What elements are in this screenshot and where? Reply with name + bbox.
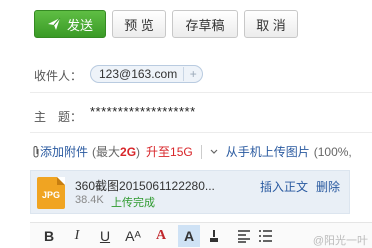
italic-button[interactable]: I <box>66 225 88 247</box>
size-limit-suffix: ) <box>136 144 141 159</box>
send-label: 发送 <box>66 17 93 33</box>
recipient-chip[interactable]: 123@163.com + <box>90 65 204 83</box>
list-icon[interactable] <box>258 228 274 244</box>
recipients-label: 收件人： <box>34 69 83 83</box>
align-left-icon[interactable] <box>236 228 252 244</box>
send-button[interactable]: 发送 <box>34 10 106 38</box>
delete-attachment-link[interactable]: 删除 <box>316 178 340 195</box>
paperclip-icon <box>33 145 39 157</box>
cancel-label: 取 消 <box>256 17 286 33</box>
recipients-divider <box>30 92 372 93</box>
cancel-button[interactable]: 取 消 <box>244 10 298 38</box>
bold-button[interactable]: B <box>38 225 60 247</box>
upgrade-link[interactable]: 升至15G <box>146 143 193 160</box>
underline-button[interactable]: U <box>94 225 116 247</box>
subject-input[interactable]: ******************* <box>90 104 196 119</box>
preview-label: 预 览 <box>124 17 154 33</box>
jpg-file-icon: JPG <box>37 177 65 209</box>
font-color-button[interactable]: A <box>150 225 172 247</box>
compose-toolbar: 发送 预 览 存草稿 取 消 <box>34 10 298 42</box>
save-draft-button[interactable]: 存草稿 <box>172 10 238 38</box>
brush-icon[interactable] <box>206 228 222 244</box>
background-color-button[interactable]: A <box>178 224 200 247</box>
chevron-down-icon[interactable] <box>210 148 218 156</box>
size-limit-prefix: (最大 <box>92 145 121 159</box>
mobile-upload-link[interactable]: 从手机上传图片 <box>226 143 310 160</box>
subject-divider <box>30 132 372 133</box>
size-limit-value: 2G <box>120 144 137 159</box>
separator <box>200 144 202 159</box>
preview-button[interactable]: 预 览 <box>112 10 166 38</box>
subject-label: 主 题： <box>34 110 83 124</box>
save-draft-label: 存草稿 <box>185 17 225 33</box>
font-size-button[interactable]: Aᴬ <box>122 225 144 247</box>
attachment-file-size: 38.4K <box>75 194 104 206</box>
upload-status: 上传完成 <box>111 197 155 209</box>
add-attachment-link[interactable]: 添加附件 <box>40 143 88 160</box>
upload-percent-text: (100%, <box>313 144 352 159</box>
insert-into-body-link[interactable]: 插入正文 <box>260 178 308 195</box>
attachment-item: JPG 360截图2015061122280... 38.4K 上传完成 插入正… <box>30 170 350 214</box>
recipient-address: 123@163.com <box>99 67 178 81</box>
attachment-bar: 添加附件 (最大 2G ) 升至15G 从手机上传图片 (100%, <box>32 143 352 160</box>
watermark-text: @阳光一叶 <box>312 235 368 247</box>
paper-plane-icon <box>47 17 61 30</box>
attachment-file-name: 360截图2015061122280... <box>75 179 215 193</box>
add-recipient-icon[interactable]: + <box>183 67 202 81</box>
file-type-label: JPG <box>41 190 60 200</box>
